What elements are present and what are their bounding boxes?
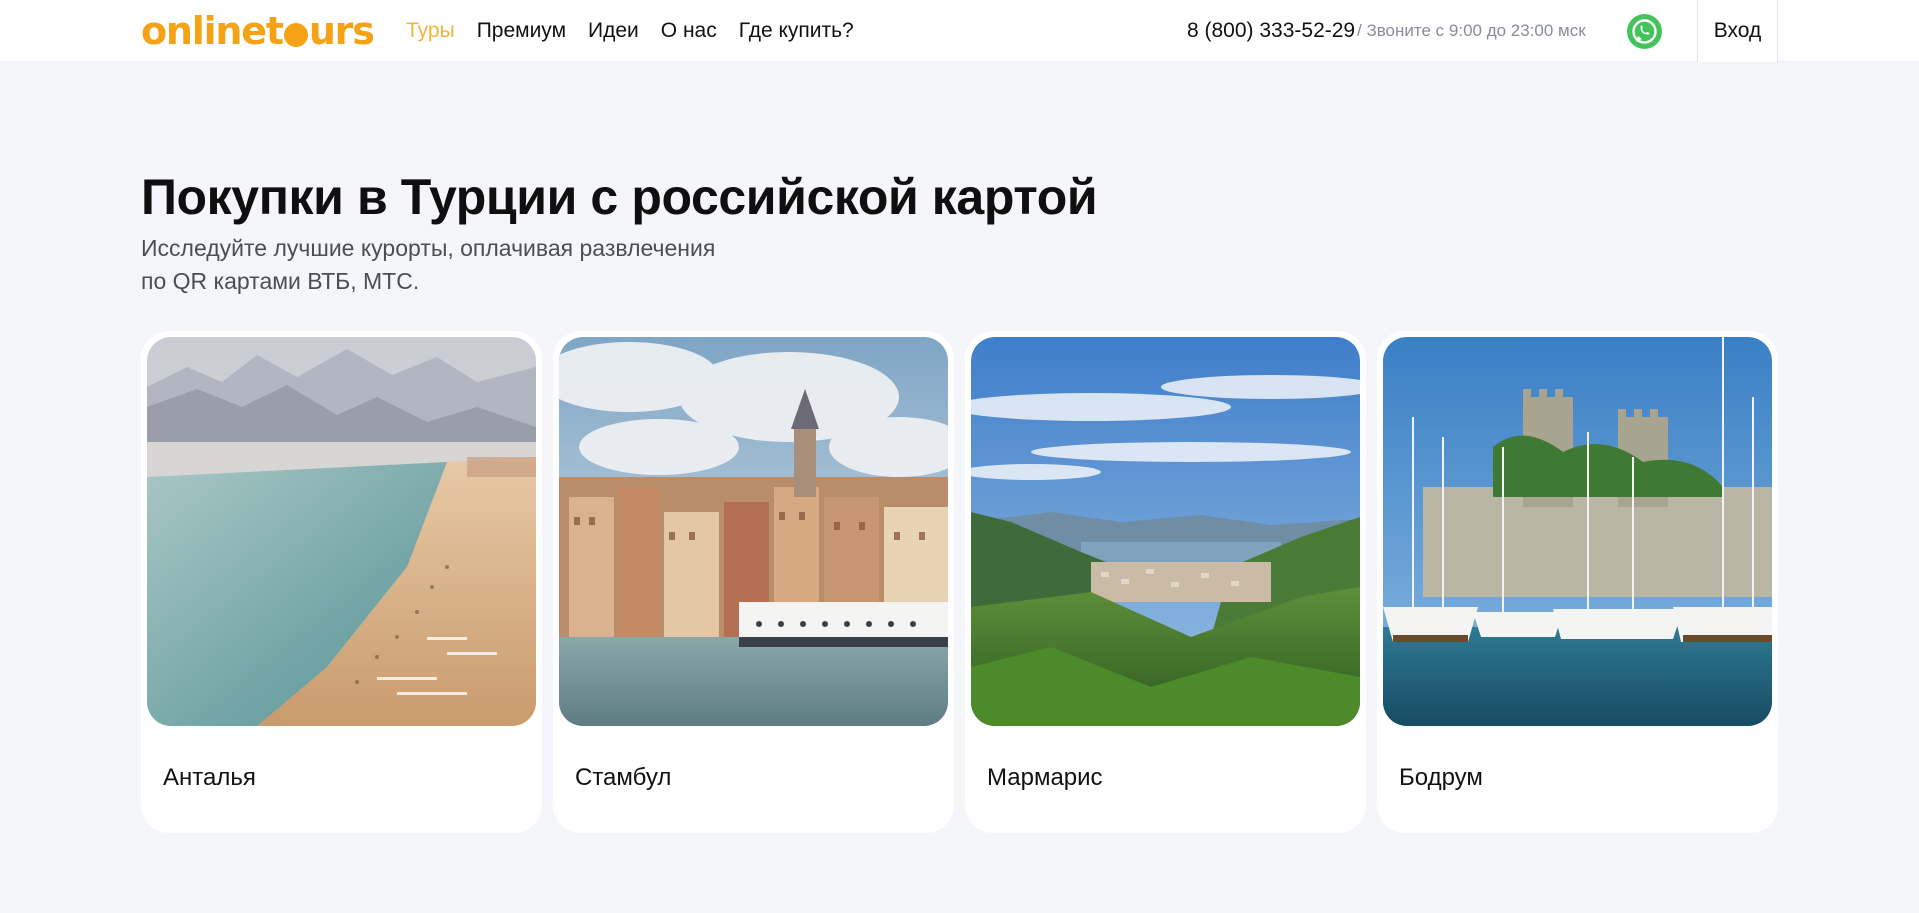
card-label-bodrum: Бодрум <box>1399 764 1483 791</box>
istanbul-photo <box>559 337 948 726</box>
login-button[interactable]: Вход <box>1697 0 1778 62</box>
destination-cards: Анталья Стамбул Мармарис Бодрум <box>141 331 1778 833</box>
logo-text-part3: urs <box>308 9 375 53</box>
subtitle-line-1: Исследуйте лучшие курорты, оплачивая раз… <box>141 235 716 261</box>
site-header: o nlinet urs Туры Премиум Идеи О нас Где к… <box>0 0 1919 62</box>
call-hours: / Звоните с 9:00 до 23:00 мск <box>1357 21 1586 40</box>
card-bodrum[interactable]: Бодрум <box>1377 331 1778 833</box>
nav-premium[interactable]: Премиум <box>477 19 566 43</box>
bodrum-photo <box>1383 337 1772 726</box>
subtitle-line-2: по QR картами ВТБ, МТС. <box>141 268 420 294</box>
card-antalya[interactable]: Анталья <box>141 331 542 833</box>
antalya-photo <box>147 337 536 726</box>
logo-text-part1: o <box>141 9 167 53</box>
marmaris-photo <box>971 337 1360 726</box>
card-istanbul[interactable]: Стамбул <box>553 331 954 833</box>
phone-number[interactable]: 8 (800) 333-52-29 <box>1187 0 1355 62</box>
card-label-istanbul: Стамбул <box>575 764 672 791</box>
whatsapp-glyph <box>1632 19 1657 44</box>
page-subtitle: Исследуйте лучшие курорты, оплачивая раз… <box>141 232 781 298</box>
main-nav: Туры Премиум Идеи О нас Где купить? <box>406 0 854 62</box>
onlinetours-logo[interactable]: o nlinet urs <box>141 9 375 53</box>
logo-dot <box>283 23 308 47</box>
nav-ideas[interactable]: Идеи <box>588 19 639 43</box>
nav-where-to-buy[interactable]: Где купить? <box>739 19 854 43</box>
card-label-marmaris: Мармарис <box>987 764 1103 791</box>
page-title: Покупки в Турции с российской картой <box>141 169 1098 225</box>
logo-text-part2: nlinet <box>165 9 284 53</box>
card-marmaris[interactable]: Мармарис <box>965 331 1366 833</box>
card-label-antalya: Анталья <box>163 764 256 791</box>
nav-about[interactable]: О нас <box>661 19 717 43</box>
nav-tours[interactable]: Туры <box>406 19 455 43</box>
whatsapp-icon[interactable] <box>1627 14 1662 49</box>
